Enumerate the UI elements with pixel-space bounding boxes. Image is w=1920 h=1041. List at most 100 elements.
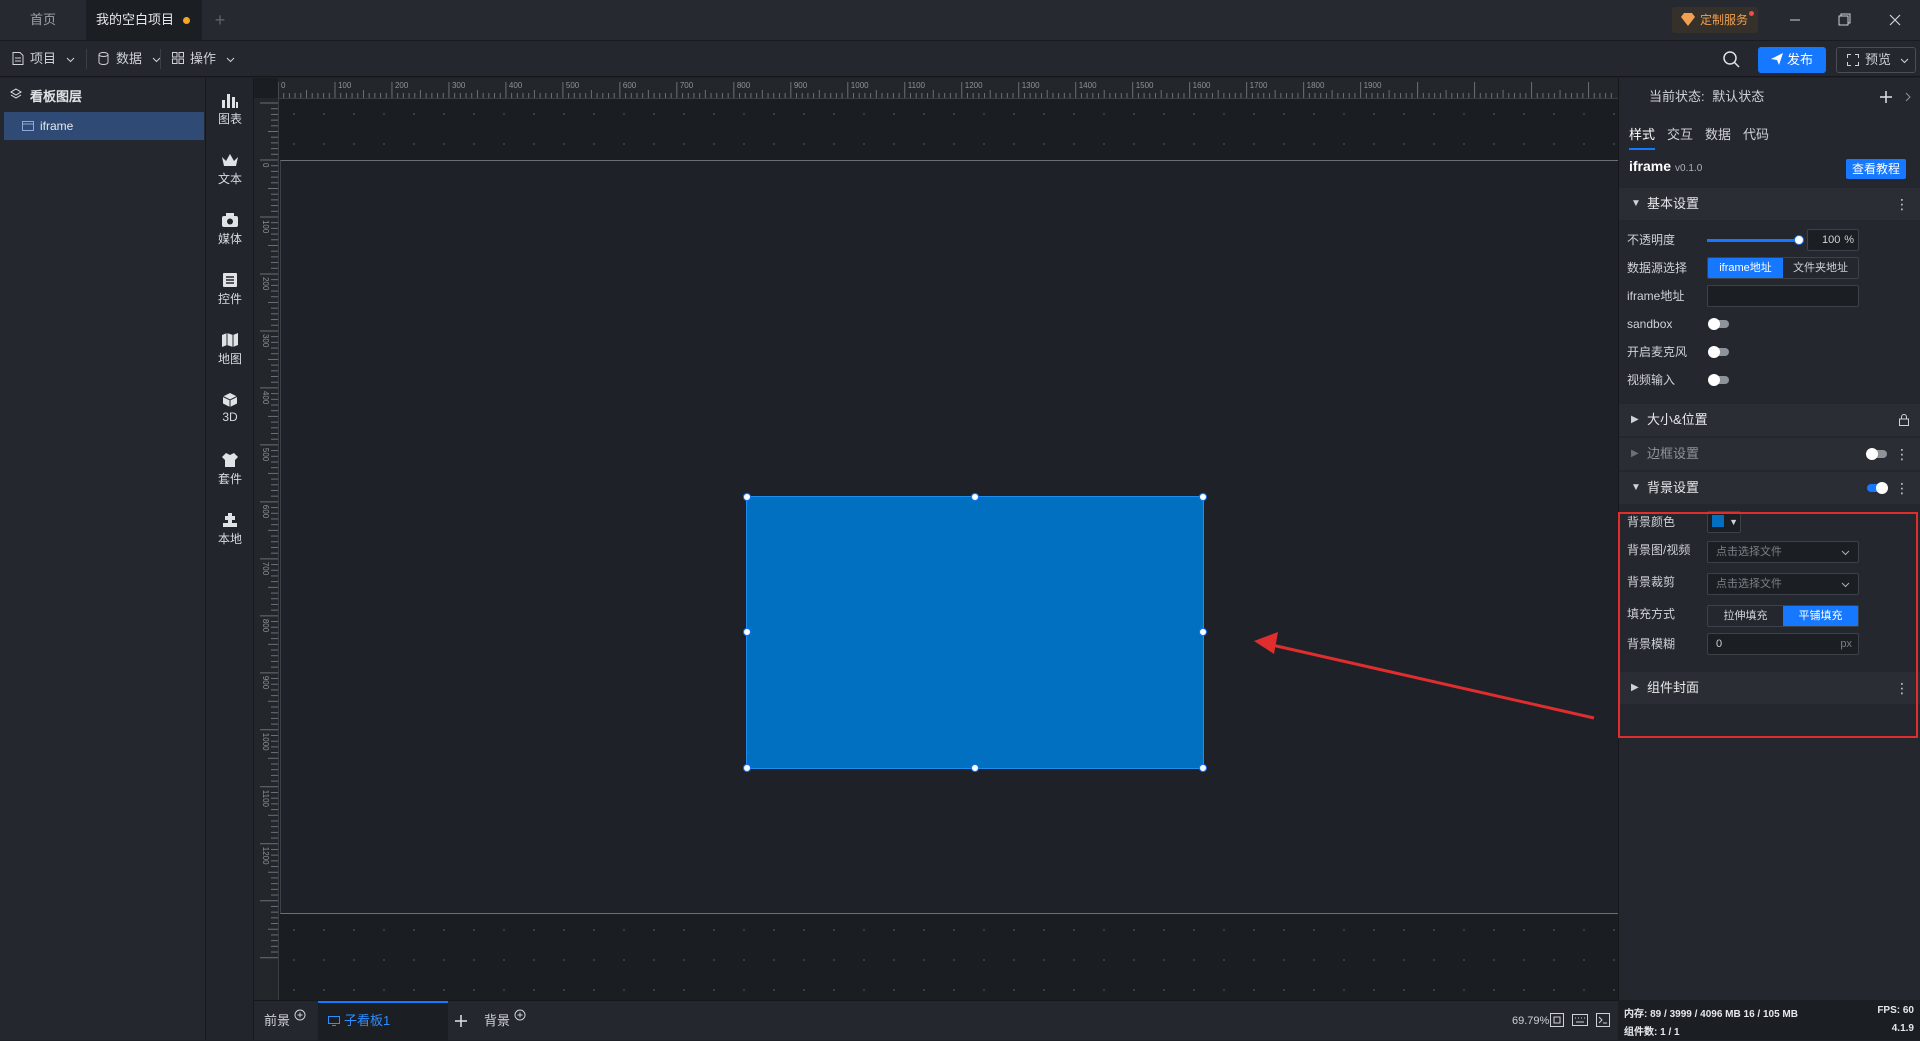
resize-handle-bottom-right[interactable] [1199,764,1207,772]
canvas-area[interactable]: 0 100 200 300 400 500 600 700 800 900 1000 1100 1200… [254,78,1618,1000]
horizontal-ruler[interactable]: 0 100 200 300 400 500 600 700 800 900 1000 1100 1200… [278,78,1618,99]
keyboard-button[interactable] [1572,1014,1588,1026]
component-chart[interactable]: 图表 [206,84,254,140]
component-3d[interactable]: 3D [206,384,254,440]
datasource-label: 数据源选择 [1627,261,1688,275]
tab-code[interactable]: 代码 [1743,118,1769,150]
more-vertical-icon[interactable]: ⋮ [1895,188,1909,220]
resize-handle-top-left[interactable] [743,493,751,501]
section-component-cover[interactable]: ▶ 组件封面 ⋮ [1619,672,1920,704]
publish-button[interactable]: 发布 [1758,47,1826,73]
ruler-label: 1400 [1079,81,1097,90]
resize-handle-left[interactable] [743,628,751,636]
restore-button[interactable] [1820,0,1870,40]
tab-style[interactable]: 样式 [1629,118,1656,150]
tab-interaction[interactable]: 交互 [1667,118,1693,150]
opacity-slider-handle[interactable] [1794,235,1804,245]
tab-background[interactable]: 背景 [484,1001,526,1041]
tab-sub-board[interactable]: 子看板1 [318,1001,448,1041]
ruler-label: 500 [566,81,580,90]
border-toggle[interactable] [1866,448,1887,460]
chevron-down-icon [1900,58,1909,64]
properties-panel: 当前状态: 默认状态 样式 交互 数据 代码 iframe v0.1.0 查看教程… [1618,78,1920,1000]
section-basic-settings[interactable]: ▼ 基本设置 ⋮ [1619,188,1920,220]
bg-blur-row: 背景模糊 0 px [1619,630,1920,658]
close-button[interactable] [1870,0,1920,40]
add-circle-icon [294,1009,306,1021]
resize-handle-bottom-left[interactable] [743,764,751,772]
bg-blur-input[interactable]: 0 px [1707,633,1859,655]
search-button[interactable] [1722,50,1740,68]
more-vertical-icon[interactable]: ⋮ [1895,438,1909,470]
chevron-down-icon [1841,550,1850,556]
tab-project[interactable]: 我的空白项目 [86,0,202,40]
minimize-button[interactable] [1770,0,1820,40]
menu-project[interactable]: 项目 [0,41,75,77]
bg-color-picker[interactable]: ▼ [1707,511,1741,533]
preview-button[interactable]: 预览 [1836,47,1916,73]
vertical-ruler[interactable]: 0 100 200 300 400 500 600 700 800 900 1000 1100 1200 [254,98,279,1000]
close-icon [1889,14,1901,26]
menu-data[interactable]: 数据 [86,41,161,77]
ruler-label: 300 [452,81,466,90]
microphone-toggle[interactable] [1708,346,1729,358]
ruler-label: 1300 [1022,81,1040,90]
datasource-segmented: iframe地址 文件夹地址 [1707,257,1859,279]
artboard[interactable] [280,160,1618,914]
component-text[interactable]: 文本 [206,144,254,200]
view-tutorial-button[interactable]: 查看教程 [1845,159,1906,179]
component-media[interactable]: 媒体 [206,204,254,260]
component-control[interactable]: 控件 [206,264,254,320]
more-vertical-icon[interactable]: ⋮ [1895,472,1909,504]
vertical-ruler-ticks: 0 100 200 300 400 500 600 700 800 900 1000 1100 1200 [260,102,278,959]
resize-handle-top[interactable] [971,493,979,501]
option-iframe-url[interactable]: iframe地址 [1708,258,1783,278]
layers-icon [10,88,22,99]
add-board-button[interactable] [454,1001,468,1041]
ruler-label: 1100 [908,81,926,90]
console-button[interactable] [1596,1013,1610,1027]
component-local-label: 本地 [217,532,242,546]
iframe-component[interactable] [743,493,1207,772]
tab-data[interactable]: 数据 [1705,118,1731,150]
section-background-settings[interactable]: ▼ 背景设置 ⋮ [1619,472,1920,504]
layer-item-iframe[interactable]: iframe [4,112,204,140]
background-toggle[interactable] [1867,482,1888,494]
resize-handle-bottom[interactable] [971,764,979,772]
terminal-icon [1596,1013,1610,1027]
tab-foreground[interactable]: 前景 [264,1001,306,1041]
sandbox-toggle[interactable] [1708,318,1729,330]
component-local[interactable]: 本地 [206,504,254,560]
option-stretch-fill[interactable]: 拉伸填充 [1708,606,1783,626]
ruler-label: 100 [261,220,270,234]
lock-icon[interactable] [1899,414,1909,426]
custom-service-button[interactable]: 定制服务 [1672,7,1759,33]
video-input-toggle[interactable] [1708,374,1729,386]
opacity-input[interactable]: 100 % [1807,229,1859,251]
resize-handle-top-right[interactable] [1199,493,1207,501]
state-value[interactable]: 默认状态 [1712,89,1764,104]
bg-color-row: 背景颜色 ▼ [1619,508,1920,536]
option-tile-fill[interactable]: 平铺填充 [1783,606,1858,626]
layers-title-label: 看板图层 [30,89,83,104]
chevron-down-icon [226,57,234,63]
add-state-icon[interactable] [1879,90,1893,104]
chevron-right-icon[interactable] [1905,92,1911,102]
add-tab-button[interactable]: + [208,0,232,40]
fit-screen-button[interactable] [1550,1013,1564,1027]
tab-home[interactable]: 首页 [0,0,86,40]
option-folder-url[interactable]: 文件夹地址 [1783,258,1858,278]
component-map[interactable]: 地图 [206,324,254,380]
caret-down-icon: ▼ [1631,198,1641,209]
section-border-settings[interactable]: ▶ 边框设置 ⋮ [1619,438,1920,470]
resize-handle-right[interactable] [1199,628,1207,636]
more-vertical-icon[interactable]: ⋮ [1895,672,1909,704]
opacity-slider-track[interactable] [1707,235,1804,245]
bg-image-select[interactable]: 点击选择文件 [1707,541,1859,563]
iframe-url-input[interactable] [1707,285,1859,307]
section-size-position[interactable]: ▶ 大小&位置 [1619,404,1920,436]
ruler-label: 200 [395,81,409,90]
bg-clip-select[interactable]: 点击选择文件 [1707,573,1859,595]
menu-operation[interactable]: 操作 [160,41,235,77]
component-kit[interactable]: 套件 [206,444,254,500]
